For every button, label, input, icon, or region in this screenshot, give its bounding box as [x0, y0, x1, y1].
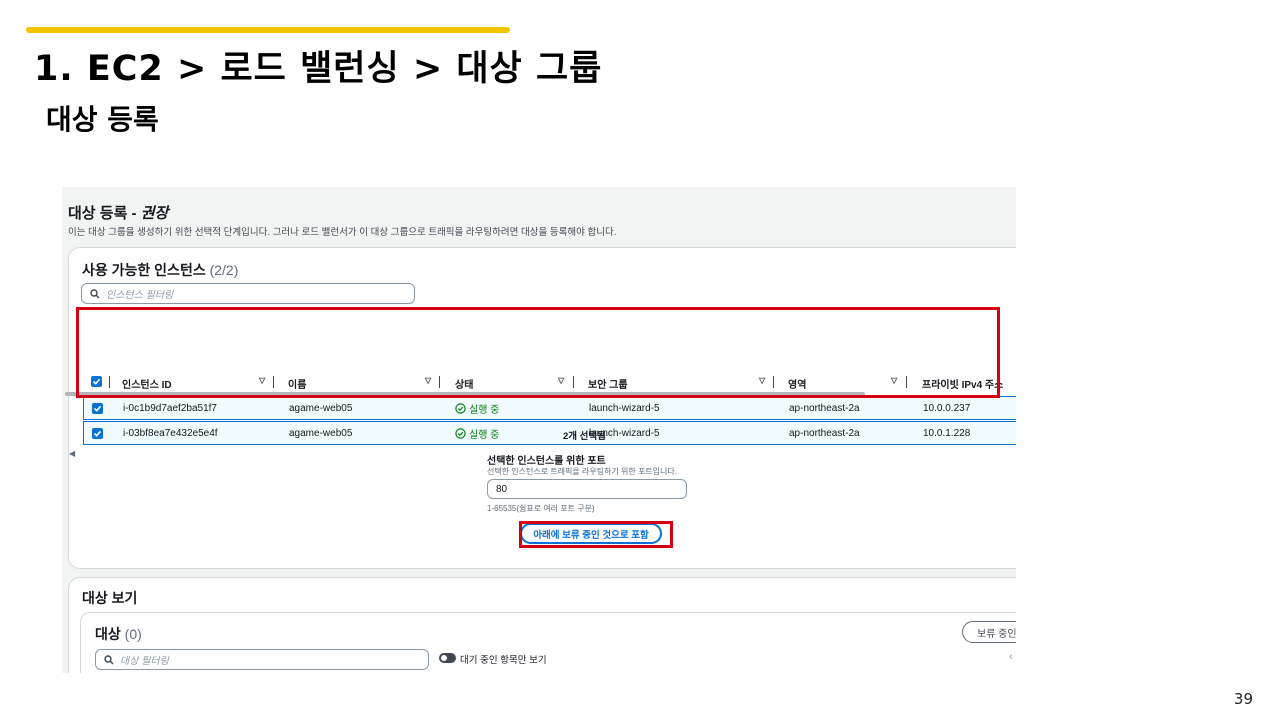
- review-targets-title: 대상 보기: [82, 590, 138, 606]
- register-targets-description: 이는 대상 그룹을 생성하기 위한 선택적 단계입니다. 그러나 로드 밸런서가…: [68, 227, 617, 238]
- slide-subtitle: 대상 등록: [46, 103, 159, 136]
- scroll-left-arrow-icon[interactable]: ◀: [69, 449, 75, 458]
- zone-cell: ap-northeast-2a: [789, 427, 860, 439]
- table-row[interactable]: i-03bf8ea7e432e5e4f agame-web05 실행 중 lau…: [83, 421, 1016, 445]
- chevron-left-icon[interactable]: ‹: [1009, 651, 1013, 663]
- search-icon: [90, 288, 100, 298]
- page-number: 39: [1233, 690, 1253, 708]
- heading-recommended: 권장: [140, 205, 169, 222]
- instance-filter-placeholder: 인스턴스 필터링: [106, 290, 174, 301]
- targets-title: 대상 (0): [95, 624, 142, 644]
- status-ok-icon: [455, 402, 466, 414]
- slide-title: 1. EC2 > 로드 밸런싱 > 대상 그룹: [34, 49, 603, 89]
- pending-button[interactable]: 보류 중인: [962, 621, 1016, 643]
- private-ip-cell: 10.0.0.237: [923, 402, 971, 414]
- targets-container: 대상 (0) 대상 필터링: [80, 612, 1016, 673]
- check-icon: [93, 430, 102, 437]
- pending-only-label: 대기 중인 항목만 보기: [460, 655, 547, 666]
- status-ok-icon: [455, 427, 466, 439]
- heading-text: 대상 등록 -: [68, 205, 141, 222]
- available-instances-title: 사용 가능한 인스턴스 (2/2): [82, 260, 238, 280]
- table-row[interactable]: i-0c1b9d7aef2ba51f7 agame-web05 실행 중 lau…: [83, 396, 1016, 420]
- available-instances-count: (2/2): [209, 262, 239, 278]
- targets-label: 대상: [95, 626, 121, 642]
- port-value: 80: [496, 483, 508, 495]
- highlight-box-include-button: [519, 521, 673, 548]
- accent-bar: [26, 27, 510, 33]
- state-cell: 실행 중: [455, 401, 499, 416]
- private-ip-cell: 10.0.1.228: [923, 427, 971, 439]
- search-icon: [104, 654, 114, 664]
- state-text: 실행 중: [469, 404, 500, 416]
- port-label: 선택한 인스턴스를 위한 포트: [487, 456, 606, 467]
- check-icon: [93, 405, 102, 412]
- instance-id-cell[interactable]: i-03bf8ea7e432e5e4f: [123, 428, 218, 439]
- row-checkbox[interactable]: [92, 428, 103, 439]
- zone-cell: ap-northeast-2a: [789, 402, 860, 414]
- highlight-box-instances: [76, 307, 1000, 398]
- target-filter-input[interactable]: 대상 필터링: [95, 649, 429, 670]
- register-targets-heading: 대상 등록 - 권장: [68, 202, 168, 223]
- selected-count: 2개 선택됨: [563, 431, 606, 442]
- port-description: 선택한 인스턴스로 트래픽을 라우팅하기 위한 포트입니다.: [487, 467, 677, 476]
- target-filter-placeholder: 대상 필터링: [120, 656, 169, 667]
- security-group-cell: launch-wizard-5: [589, 402, 660, 414]
- row-checkbox[interactable]: [92, 403, 103, 414]
- pending-only-toggle[interactable]: [439, 653, 456, 663]
- name-cell: agame-web05: [289, 402, 353, 414]
- state-cell: 실행 중: [455, 426, 499, 441]
- state-text: 실행 중: [469, 429, 500, 441]
- name-cell: agame-web05: [289, 427, 353, 439]
- targets-count: (0): [124, 626, 142, 642]
- instance-id-cell[interactable]: i-0c1b9d7aef2ba51f7: [123, 403, 217, 414]
- available-instances-label: 사용 가능한 인스턴스: [82, 262, 206, 278]
- port-input[interactable]: 80: [487, 479, 687, 499]
- instance-filter-input[interactable]: 인스턴스 필터링: [81, 283, 415, 304]
- console-screenshot: 대상 등록 - 권장 이는 대상 그룹을 생성하기 위한 선택적 단계입니다. …: [62, 187, 1016, 673]
- port-hint: 1-65535(쉼표로 여러 포트 구분): [487, 504, 595, 513]
